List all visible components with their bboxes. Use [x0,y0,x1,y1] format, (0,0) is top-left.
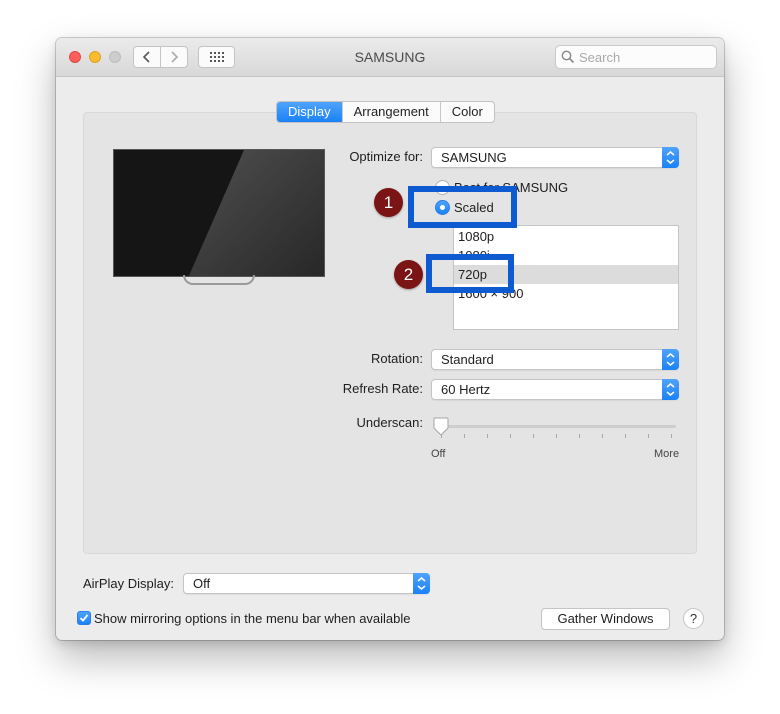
tab-display[interactable]: Display [277,102,343,122]
slider-tick [671,434,672,438]
search-placeholder: Search [579,50,621,65]
slider-tick [602,434,603,438]
airplay-value: Off [193,576,211,591]
slider-tick [556,434,557,438]
popup-arrows-icon [662,147,679,168]
tv-display-image [113,149,325,277]
annotation-box-1 [408,186,517,228]
display-preferences-window: SAMSUNG Search Display Arrangement Color [56,38,724,640]
airplay-popup[interactable]: Off [183,573,430,594]
underscan-max-label: More [654,448,680,460]
popup-arrows-icon [662,379,679,400]
list-item[interactable]: 1080p [454,227,678,246]
rotation-popup[interactable]: Standard [431,349,679,370]
tab-color[interactable]: Color [441,102,494,122]
slider-tick [648,434,649,438]
mirroring-checkbox[interactable] [77,611,91,625]
rotation-label: Rotation: [370,351,423,366]
slider-thumb[interactable] [433,417,449,437]
airplay-label: AirPlay Display: [82,576,174,591]
underscan-min-label: Off [431,448,446,460]
rotation-value: Standard [441,352,494,367]
checkmark-icon [79,614,89,622]
search-icon [561,50,575,64]
optimize-popup[interactable]: SAMSUNG [431,147,679,168]
underscan-label: Underscan: [356,415,423,430]
optimize-value: SAMSUNG [441,150,507,165]
slider-tick [579,434,580,438]
search-field[interactable]: Search [555,45,717,69]
optimize-label: Optimize for: [349,149,423,164]
refresh-rate-value: 60 Hertz [441,382,491,397]
tab-arrangement[interactable]: Arrangement [343,102,441,122]
annotation-badge-1: 1 [374,188,403,217]
tv-stand [183,275,255,285]
slider-tick [510,434,511,438]
popup-arrows-icon [413,573,430,594]
help-button[interactable]: ? [683,608,704,629]
slider-tick [533,434,534,438]
popup-arrows-icon [662,349,679,370]
slider-tick [625,434,626,438]
annotation-badge-2: 2 [394,260,423,289]
gather-windows-button[interactable]: Gather Windows [541,608,670,630]
refresh-rate-popup[interactable]: 60 Hertz [431,379,679,400]
underscan-slider[interactable] [439,425,676,428]
tab-bar: Display Arrangement Color [276,101,495,123]
titlebar: SAMSUNG Search [56,38,724,77]
slider-tick [464,434,465,438]
slider-tick [487,434,488,438]
annotation-box-2 [426,254,514,293]
mirroring-label: Show mirroring options in the menu bar w… [94,611,411,626]
refresh-rate-label: Refresh Rate: [342,381,423,396]
